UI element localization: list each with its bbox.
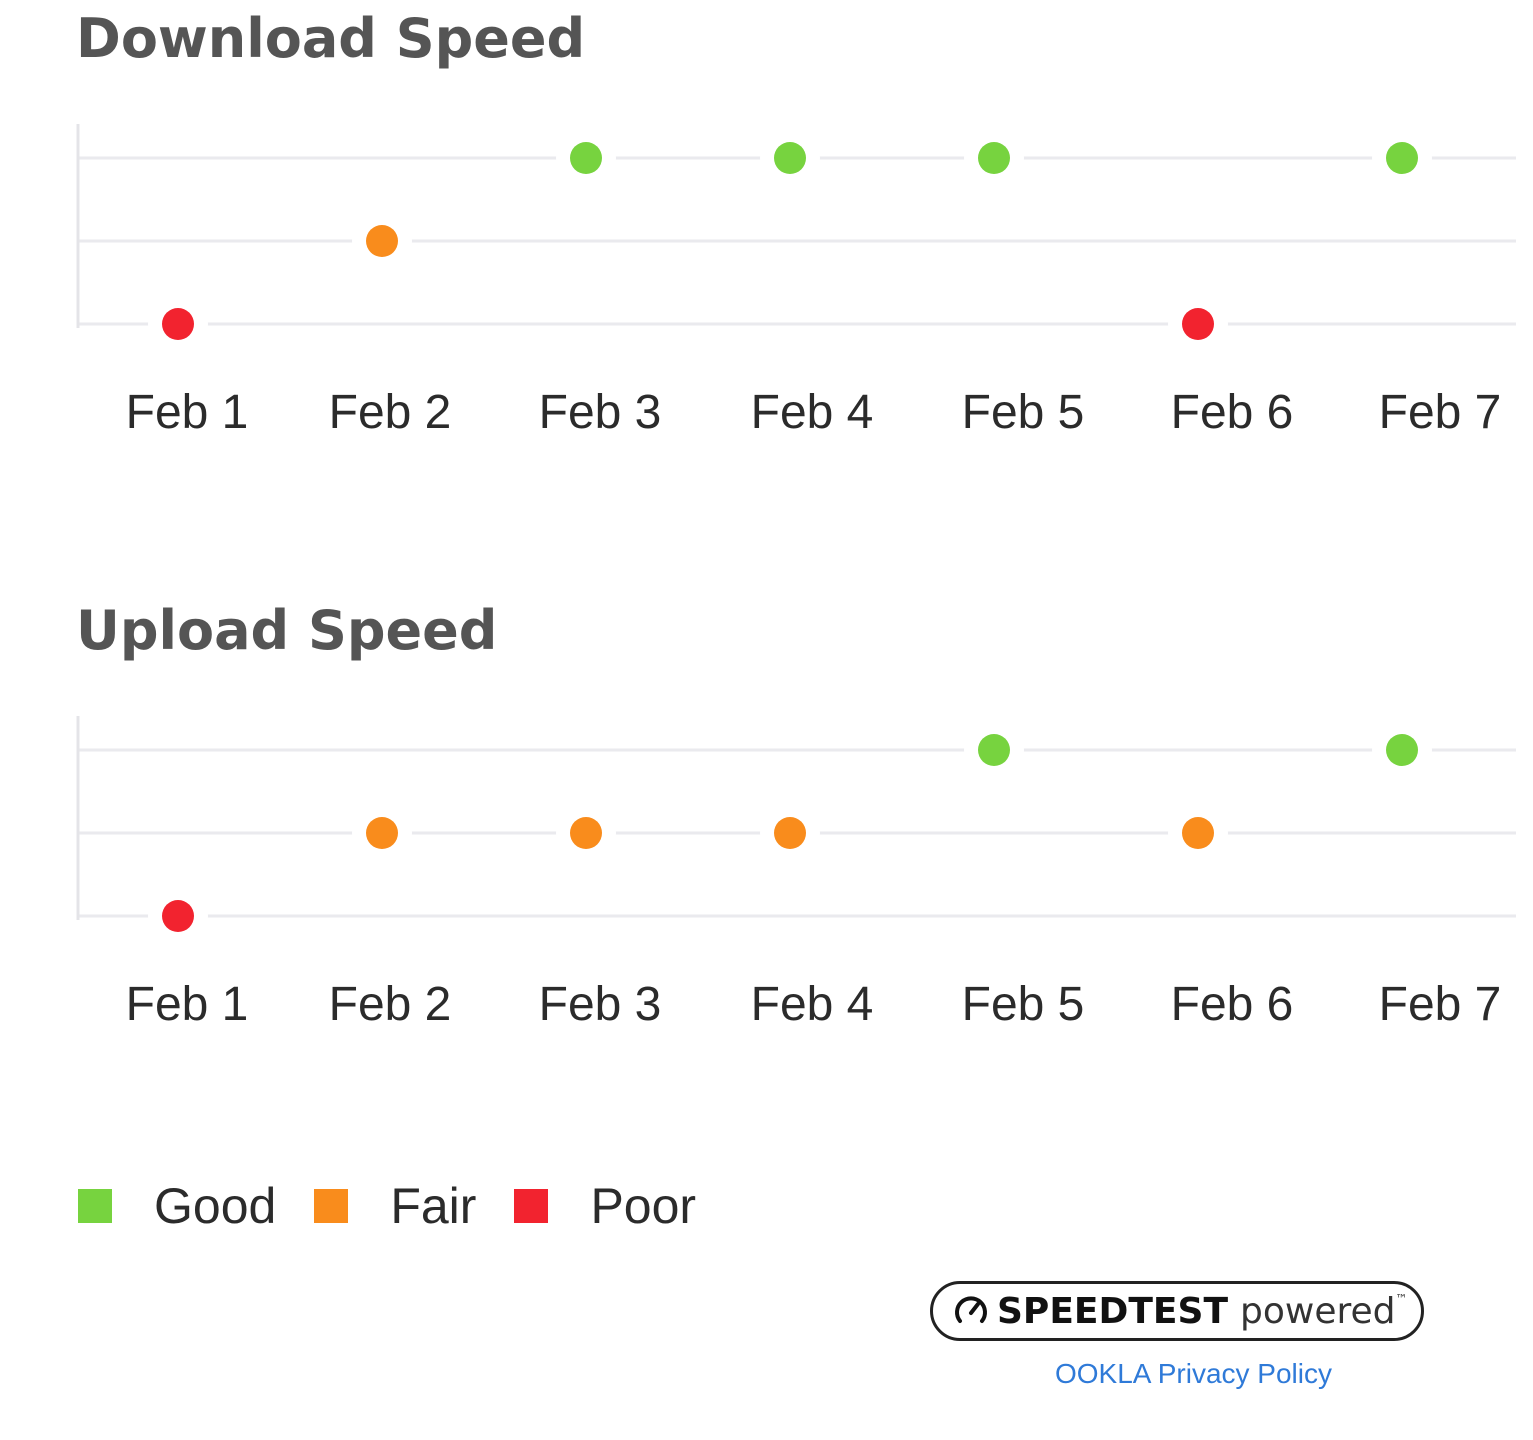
x-tick-label: Feb 2 (329, 978, 452, 1031)
x-tick-label: Feb 3 (539, 386, 662, 439)
x-tick-label: Feb 7 (1379, 978, 1502, 1031)
x-tick-label: Feb 1 (126, 386, 249, 439)
x-tick-label: Feb 6 (1171, 386, 1294, 439)
x-tick-label: Feb 1 (126, 978, 249, 1031)
data-point-feb-7[interactable] (1386, 734, 1418, 766)
x-tick-label: Feb 3 (539, 978, 662, 1031)
x-tick-label: Feb 5 (962, 386, 1085, 439)
data-point-feb-7[interactable] (1386, 142, 1418, 174)
data-point-feb-3[interactable] (570, 817, 602, 849)
legend-label-good: Good (154, 1178, 277, 1234)
speedometer-icon (951, 1291, 991, 1331)
data-point-feb-1[interactable] (162, 900, 194, 932)
data-point-feb-1[interactable] (162, 308, 194, 340)
legend-item-good: Good (78, 1177, 276, 1235)
legend-label-fair: Fair (390, 1178, 477, 1234)
legend-item-fair: Fair (314, 1177, 476, 1235)
trademark-mark: ™ (1395, 1292, 1408, 1306)
x-tick-label: Feb 5 (962, 978, 1085, 1031)
legend-item-poor: Poor (514, 1177, 696, 1235)
data-point-feb-2[interactable] (366, 225, 398, 257)
legend-swatch-poor (514, 1189, 549, 1223)
x-tick-label: Feb 4 (751, 978, 874, 1031)
speedtest-brand: SPEEDTEST (997, 1290, 1229, 1332)
x-tick-label: Feb 6 (1171, 978, 1294, 1031)
chart-legend: Good Fair Poor (78, 1176, 734, 1236)
data-point-feb-6[interactable] (1182, 817, 1214, 849)
x-tick-label: Feb 2 (329, 386, 452, 439)
legend-swatch-good (78, 1189, 112, 1223)
x-tick-label: Feb 7 (1379, 386, 1502, 439)
data-point-feb-5[interactable] (978, 734, 1010, 766)
data-point-feb-2[interactable] (366, 817, 398, 849)
data-point-feb-3[interactable] (570, 142, 602, 174)
data-point-feb-5[interactable] (978, 142, 1010, 174)
data-point-feb-4[interactable] (774, 142, 806, 174)
download-speed-chart: Feb 1 Feb 2 Feb 3 Feb 4 Feb 5 Feb 6 Feb 7 (76, 124, 1516, 439)
ookla-privacy-policy-link[interactable]: OOKLA Privacy Policy (1055, 1358, 1332, 1390)
data-point-feb-4[interactable] (774, 817, 806, 849)
x-tick-label: Feb 4 (751, 386, 874, 439)
upload-chart-title: Upload Speed (76, 599, 498, 662)
upload-speed-chart: Feb 1 Feb 2 Feb 3 Feb 4 Feb 5 Feb 6 Feb 7 (76, 716, 1516, 1031)
data-point-feb-6[interactable] (1182, 308, 1214, 340)
download-chart-title: Download Speed (76, 7, 586, 70)
legend-swatch-fair (314, 1189, 349, 1223)
speedtest-powered-text: powered (1240, 1290, 1396, 1332)
speedtest-powered-badge[interactable]: SPEEDTEST powered ™ (930, 1281, 1424, 1341)
legend-label-poor: Poor (590, 1178, 697, 1234)
